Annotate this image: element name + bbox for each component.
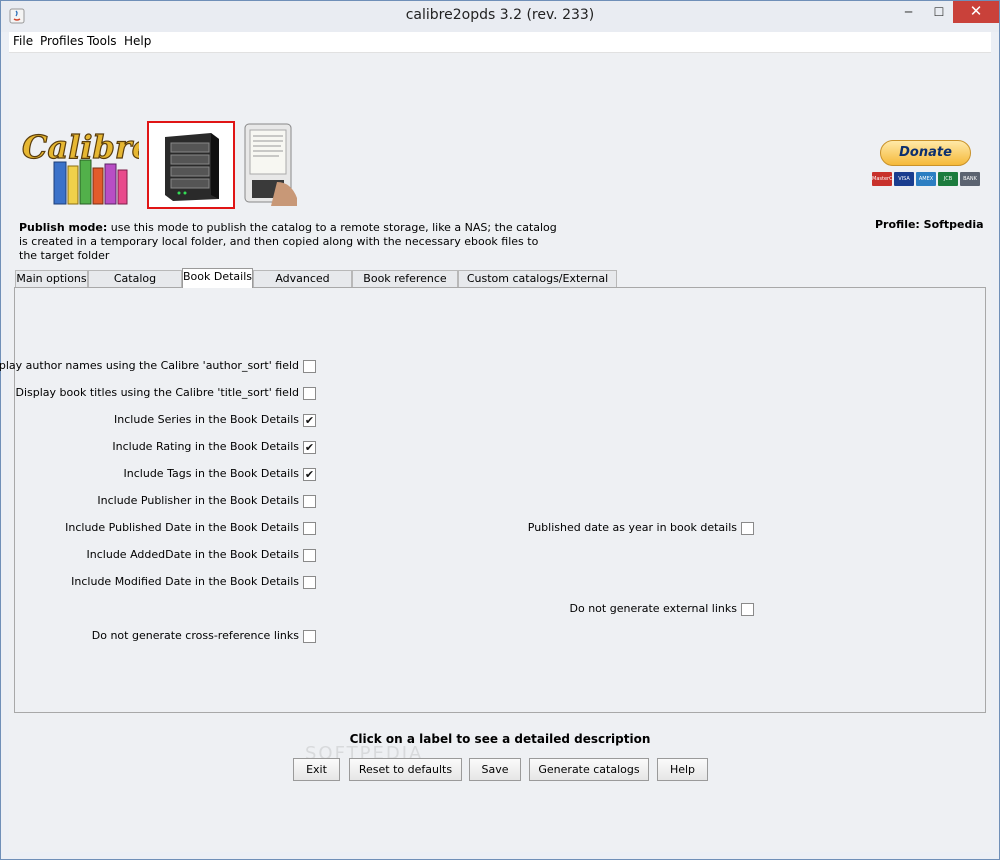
generate-catalogs-button[interactable]: Generate catalogs: [529, 758, 649, 781]
reset-defaults-button[interactable]: Reset to defaults: [349, 758, 462, 781]
tab-main-options[interactable]: Main options: [15, 270, 88, 287]
menu-tools[interactable]: Tools: [87, 34, 117, 48]
app-window: calibre2opds 3.2 (rev. 233) ─ ☐ ✕ File P…: [0, 0, 1000, 860]
option-title-sort-label[interactable]: Display book titles using the Calibre 't…: [16, 386, 300, 399]
menu-file[interactable]: File: [13, 34, 33, 48]
tab-book-details[interactable]: Book Details: [182, 268, 253, 288]
save-button[interactable]: Save: [469, 758, 521, 781]
maximize-button[interactable]: ☐: [926, 5, 952, 27]
nas-publish-mode-icon[interactable]: [147, 121, 235, 209]
bank-icon: BANK: [960, 172, 980, 186]
donate-button[interactable]: Donate: [880, 140, 971, 166]
client-area: File Profiles Tools Help Calibre: [0, 32, 991, 852]
visa-icon: VISA: [894, 172, 914, 186]
tab-custom-catalogs[interactable]: Custom catalogs/External Links: [458, 270, 617, 301]
option-rating-label[interactable]: Include Rating in the Book Details: [112, 440, 299, 453]
option-cross-reference-checkbox[interactable]: [303, 630, 316, 643]
option-added-date-checkbox[interactable]: [303, 549, 316, 562]
tab-advanced-options[interactable]: Advanced Options: [253, 270, 352, 301]
menu-profiles[interactable]: Profiles: [40, 34, 84, 48]
help-button[interactable]: Help: [657, 758, 708, 781]
option-tags-checkbox[interactable]: ✔: [303, 468, 316, 481]
option-rating-checkbox[interactable]: ✔: [303, 441, 316, 454]
exit-button[interactable]: Exit: [293, 758, 340, 781]
jcb-icon: JCB: [938, 172, 958, 186]
close-button[interactable]: ✕: [953, 1, 999, 23]
option-title-sort-checkbox[interactable]: [303, 387, 316, 400]
option-series-checkbox[interactable]: ✔: [303, 414, 316, 427]
amex-icon: AMEX: [916, 172, 936, 186]
option-published-year-checkbox[interactable]: [741, 522, 754, 535]
hint-text: Click on a label to see a detailed descr…: [349, 732, 651, 746]
option-added-date-label[interactable]: Include AddedDate in the Book Details: [87, 548, 299, 561]
option-published-year-label[interactable]: Published date as year in book details: [528, 521, 737, 534]
option-modified-date-label[interactable]: Include Modified Date in the Book Detail…: [71, 575, 299, 588]
option-series-label[interactable]: Include Series in the Book Details: [114, 413, 299, 426]
ebook-reader-mode-icon[interactable]: [241, 122, 299, 206]
option-external-links-label[interactable]: Do not generate external links: [570, 602, 737, 615]
option-publisher-checkbox[interactable]: [303, 495, 316, 508]
option-modified-date-checkbox[interactable]: [303, 576, 316, 589]
option-publisher-label[interactable]: Include Publisher in the Book Details: [97, 494, 299, 507]
menu-help[interactable]: Help: [124, 34, 151, 48]
option-published-date-checkbox[interactable]: [303, 522, 316, 535]
option-tags-label[interactable]: Include Tags in the Book Details: [124, 467, 299, 480]
option-external-links-checkbox[interactable]: [741, 603, 754, 616]
option-author-sort-checkbox[interactable]: [303, 360, 316, 373]
tab-book-reference-links[interactable]: Book reference links: [352, 270, 458, 301]
menu-bar: File Profiles Tools Help: [9, 32, 991, 53]
option-published-date-label[interactable]: Include Published Date in the Book Detai…: [65, 521, 299, 534]
option-cross-reference-label[interactable]: Do not generate cross-reference links: [92, 629, 299, 642]
option-author-sort-label[interactable]: Display author names using the Calibre '…: [0, 359, 299, 372]
publish-mode-label: Publish mode:: [19, 221, 108, 234]
title-bar[interactable]: calibre2opds 3.2 (rev. 233) ─ ☐ ✕: [1, 1, 999, 32]
calibre-logo: Calibre: [21, 127, 139, 205]
book-details-panel: SOFTPEDIA Display author names using the…: [0, 287, 986, 764]
window-title: calibre2opds 3.2 (rev. 233): [405, 7, 595, 23]
payment-cards: MasterCard VISA AMEX JCB BANK: [872, 172, 982, 186]
mastercard-icon: MasterCard: [872, 172, 901, 186]
tab-catalog-structure[interactable]: Catalog Structure: [88, 270, 182, 301]
minimize-button[interactable]: ─: [891, 5, 926, 27]
publish-mode-description: Publish mode: use this mode to publish t…: [19, 221, 559, 263]
profile-label: Profile: Softpedia: [875, 218, 984, 231]
